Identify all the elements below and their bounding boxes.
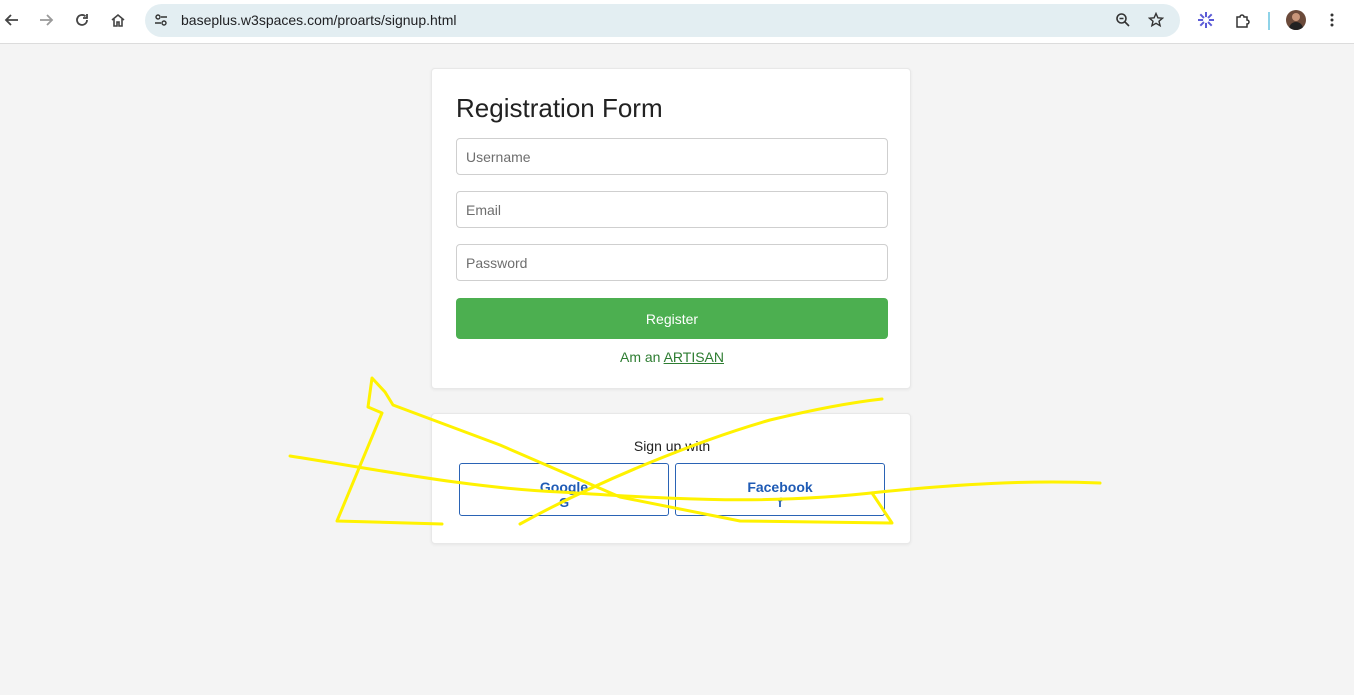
google-label: Google: [539, 478, 589, 495]
url-text[interactable]: baseplus.w3spaces.com/proarts/signup.htm…: [181, 12, 456, 28]
extension-icon[interactable]: [1194, 8, 1218, 32]
artisan-link[interactable]: ARTISAN: [664, 349, 724, 365]
site-info-icon[interactable]: [150, 9, 172, 31]
browser-toolbar: baseplus.w3spaces.com/proarts/signup.htm…: [0, 0, 1354, 44]
bookmark-star-icon[interactable]: [1145, 9, 1167, 31]
facebook-icon: f: [777, 494, 783, 510]
password-field[interactable]: [456, 244, 888, 281]
zoom-icon[interactable]: [1112, 9, 1134, 31]
profile-avatar[interactable]: [1286, 10, 1306, 30]
artisan-prefix: Am an: [619, 349, 661, 365]
registration-card: Registration Form Register Am an ARTISAN: [431, 68, 911, 389]
google-signup-button[interactable]: Google G: [459, 463, 669, 516]
menu-dots-icon[interactable]: [1320, 8, 1344, 32]
email-field[interactable]: [456, 191, 888, 228]
toolbar-divider: [1268, 12, 1270, 30]
google-icon: G: [558, 494, 570, 510]
facebook-signup-button[interactable]: Facebook f: [675, 463, 885, 516]
reload-icon[interactable]: [70, 8, 94, 32]
address-bar[interactable]: baseplus.w3spaces.com/proarts/signup.htm…: [145, 4, 1180, 37]
social-signup-card: Sign up with Google G Facebook f: [431, 413, 911, 544]
username-field[interactable]: [456, 138, 888, 175]
social-title: Sign up with: [633, 438, 711, 454]
back-arrow-icon[interactable]: [0, 8, 24, 32]
puzzle-icon[interactable]: [1231, 8, 1255, 32]
forward-arrow-icon[interactable]: [34, 8, 58, 32]
register-button[interactable]: Register: [456, 298, 888, 339]
page-title: Registration Form: [456, 93, 663, 123]
facebook-label: Facebook: [747, 478, 813, 495]
home-icon[interactable]: [106, 8, 130, 32]
artisan-line: Am an ARTISAN: [432, 349, 912, 365]
